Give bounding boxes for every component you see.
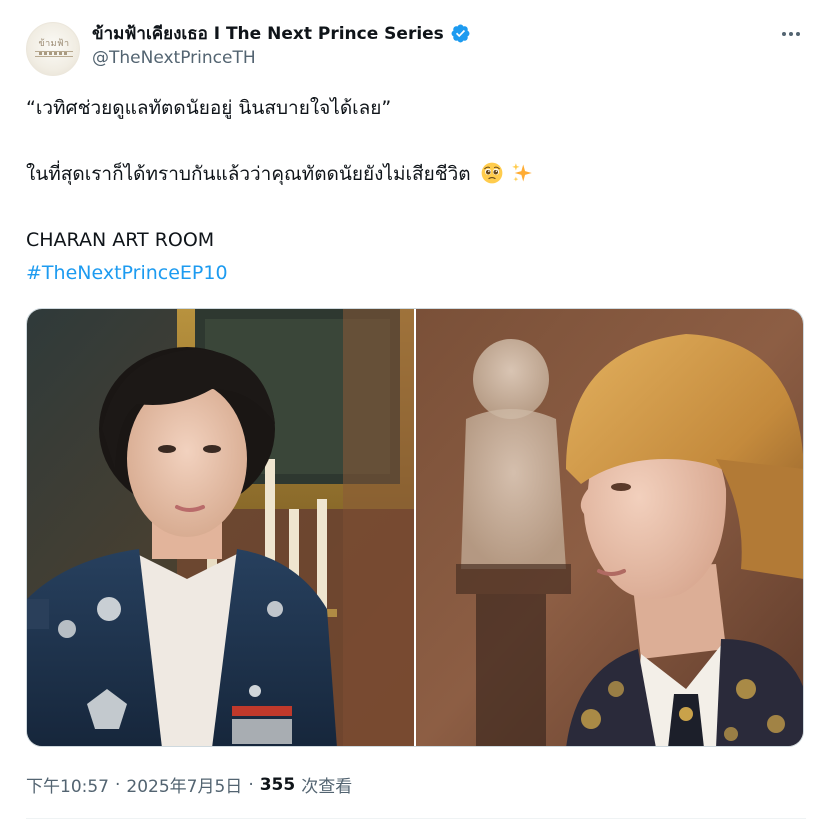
meta-separator: · bbox=[248, 774, 254, 795]
media-gallery bbox=[26, 308, 804, 747]
more-options-icon[interactable] bbox=[778, 22, 804, 46]
author-handle[interactable]: @TheNextPrinceTH bbox=[92, 48, 256, 68]
photo-man-blonde-hair-profile[interactable] bbox=[416, 309, 803, 746]
photo-man-dark-hair-uniform[interactable] bbox=[27, 309, 414, 746]
tweet-time[interactable]: 下午10:57 bbox=[26, 772, 109, 797]
tweet-text: “เวทิศช่วยดูแลทัตดนัยอยู่ นินสบายใจได้เล… bbox=[26, 92, 806, 290]
tweet-line-with-emoji: ในที่สุดเราก็ได้ทราบกันแล้วว่าคุณทัตดนัย… bbox=[26, 158, 806, 191]
views-count: 355 bbox=[259, 774, 296, 795]
tweet-line-gap bbox=[26, 125, 806, 158]
tweet-date[interactable]: 2025年7月5日 bbox=[126, 772, 242, 797]
tweet-line-text: ในที่สุดเราก็ได้ทราบกันแล้วว่าคุณทัตดนัย… bbox=[26, 163, 471, 185]
pleading-face-icon bbox=[481, 162, 503, 184]
verified-badge-icon[interactable] bbox=[450, 23, 471, 44]
sparkles-icon bbox=[511, 163, 532, 182]
display-name[interactable]: ข้ามฟ้าเคียงเธอ I The Next Prince Series bbox=[92, 20, 444, 47]
tweet-card: ข้ามฟ้า ข้ามฟ้าเคียงเธอ I The Next Princ… bbox=[0, 0, 832, 823]
views-label: 次查看 bbox=[301, 777, 353, 797]
tweet-line: CHARAN ART ROOM bbox=[26, 229, 215, 251]
avatar-logo-text: ข้ามฟ้า bbox=[38, 39, 70, 49]
divider bbox=[26, 818, 806, 819]
tweet-header: ข้ามฟ้า ข้ามฟ้าเคียงเธอ I The Next Princ… bbox=[26, 18, 806, 82]
hashtag-link[interactable]: #TheNextPrinceEP10 bbox=[26, 257, 806, 290]
avatar-logo-pattern bbox=[39, 52, 69, 55]
author-name-row: ข้ามฟ้าเคียงเธอ I The Next Prince Series bbox=[92, 21, 471, 45]
avatar[interactable]: ข้ามฟ้า bbox=[26, 22, 80, 76]
tweet-meta: 下午10:57 · 2025年7月5日 · 355 次查看 bbox=[26, 772, 353, 798]
tweet-line: “เวทิศช่วยดูแลทัตดนัยอยู่ นินสบายใจได้เล… bbox=[26, 97, 392, 119]
meta-separator: · bbox=[115, 774, 121, 795]
tweet-line-gap bbox=[26, 191, 806, 224]
photo-left-image bbox=[27, 309, 414, 746]
photo-right-image bbox=[416, 309, 803, 746]
